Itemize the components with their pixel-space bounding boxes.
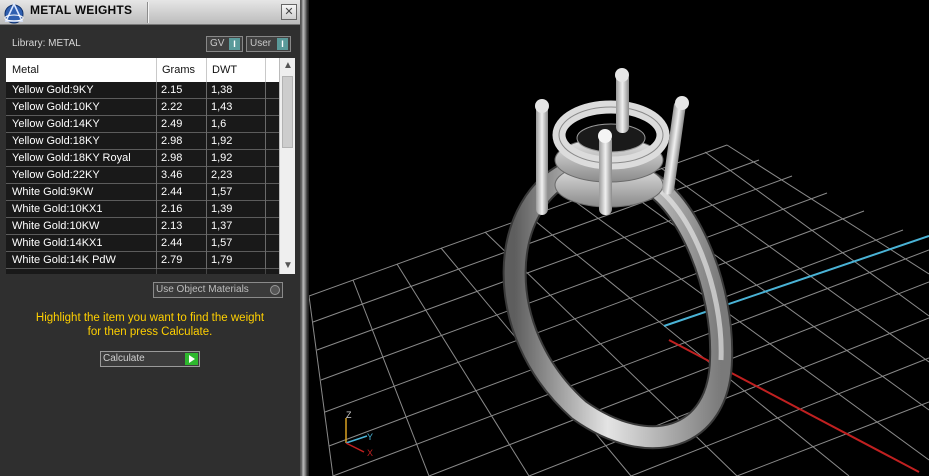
instructions-text: Highlight the item you want to find the … xyxy=(10,311,290,339)
column-divider[interactable] xyxy=(156,58,157,82)
gv-toggle-label: GV xyxy=(210,38,225,49)
cell-dwt: 1,57 xyxy=(211,186,233,198)
cell-grams: 2.49 xyxy=(161,118,183,130)
cell-metal: White Gold:10KW xyxy=(12,220,100,232)
cell-dwt: 1,79 xyxy=(211,254,233,266)
cell-grams: 2.13 xyxy=(161,220,183,232)
cell-metal: Yellow Gold:10KY xyxy=(12,101,100,113)
cell-dwt: 1,6 xyxy=(211,118,227,130)
app-logo-icon xyxy=(4,2,24,24)
gizmo-x-label: X xyxy=(367,448,373,458)
cell-grams: 2.44 xyxy=(161,237,183,249)
gizmo-z-label: Z xyxy=(346,410,352,420)
calculate-button[interactable]: Calculate xyxy=(100,351,200,367)
close-button[interactable]: ✕ xyxy=(281,4,297,20)
user-toggle-label: User xyxy=(250,38,272,49)
cell-dwt: 1,39 xyxy=(211,203,233,215)
metal-weights-table[interactable]: Metal Grams DWT Yellow Gold:9KY 2.15 1,3… xyxy=(6,58,295,274)
cell-dwt: 2,23 xyxy=(211,169,233,181)
cell-grams: 2.98 xyxy=(161,152,183,164)
user-toggle-indicator: I xyxy=(277,38,288,50)
panel-splitter[interactable] xyxy=(300,0,309,476)
calculate-button-label: Calculate xyxy=(103,353,145,364)
ring-model[interactable] xyxy=(502,68,734,450)
column-header-dwt[interactable]: DWT xyxy=(212,64,237,76)
cell-dwt: 1,92 xyxy=(211,135,233,147)
play-icon xyxy=(185,353,198,365)
table-row[interactable]: White Gold:14K PdW 2.79 1,79 xyxy=(6,252,279,269)
cell-metal: Yellow Gold:14KY xyxy=(12,118,100,130)
radio-icon[interactable] xyxy=(270,285,280,295)
cell-grams: 2.98 xyxy=(161,135,183,147)
cell-grams: 2.15 xyxy=(161,84,183,96)
instructions-line-1: Highlight the item you want to find the … xyxy=(35,312,265,324)
table-row[interactable]: Yellow Gold:18KY Royal 2.98 1,92 xyxy=(6,150,279,167)
column-divider[interactable] xyxy=(265,58,266,82)
instructions-line-2: for then press Calculate. xyxy=(87,326,213,338)
cell-metal: White Gold:14K PdW xyxy=(12,254,116,266)
panel-title: METAL WEIGHTS xyxy=(30,3,133,17)
cell-grams: 2.16 xyxy=(161,203,183,215)
use-object-materials-label: Use Object Materials xyxy=(156,284,249,295)
table-row[interactable]: Yellow Gold:22KY 3.46 2,23 xyxy=(6,167,279,184)
title-divider xyxy=(147,2,149,23)
gv-toggle-indicator: I xyxy=(229,38,240,50)
table-row[interactable]: White Gold:14KX1 2.44 1,57 xyxy=(6,235,279,252)
scroll-up-icon[interactable]: ▲ xyxy=(280,59,295,73)
column-header-metal[interactable]: Metal xyxy=(12,64,39,76)
table-row[interactable]: Yellow Gold:10KY 2.22 1,43 xyxy=(6,99,279,116)
metal-weights-panel: METAL WEIGHTS ✕ Library: METAL GV I User… xyxy=(0,0,300,476)
cell-dwt: 1,38 xyxy=(211,84,233,96)
user-toggle[interactable]: User I xyxy=(246,36,291,52)
title-bar[interactable]: METAL WEIGHTS ✕ xyxy=(0,0,300,25)
table-row[interactable]: White Gold:10KW 2.13 1,37 xyxy=(6,218,279,235)
cell-metal: Yellow Gold:18KY Royal xyxy=(12,152,131,164)
library-label: Library: METAL xyxy=(12,38,81,49)
cell-metal: White Gold:14KX1 xyxy=(12,237,103,249)
cell-metal: Yellow Gold:22KY xyxy=(12,169,100,181)
column-header-grams[interactable]: Grams xyxy=(162,64,195,76)
3d-viewport[interactable]: Z Y X xyxy=(309,0,929,476)
table-row[interactable]: Yellow Gold:9KY 2.15 1,38 xyxy=(6,82,279,99)
gizmo-y-label: Y xyxy=(367,432,373,442)
cell-metal: White Gold:10KX1 xyxy=(12,203,103,215)
table-body: Yellow Gold:9KY 2.15 1,38 Yellow Gold:10… xyxy=(6,82,279,274)
cell-grams: 2.22 xyxy=(161,101,183,113)
cell-grams: 2.79 xyxy=(161,254,183,266)
scroll-thumb[interactable] xyxy=(282,76,293,148)
table-row[interactable]: White Gold:10KX1 2.16 1,39 xyxy=(6,201,279,218)
table-header: Metal Grams DWT xyxy=(6,58,279,82)
cell-grams: 2.44 xyxy=(161,186,183,198)
scroll-down-icon[interactable]: ▼ xyxy=(280,259,295,273)
cell-dwt: 1,92 xyxy=(211,152,233,164)
table-row-partial[interactable] xyxy=(6,269,279,274)
cell-grams: 3.46 xyxy=(161,169,183,181)
cell-metal: Yellow Gold:18KY xyxy=(12,135,100,147)
viewport-canvas: Z Y X xyxy=(309,68,929,476)
column-divider[interactable] xyxy=(206,58,207,82)
cell-dwt: 1,37 xyxy=(211,220,233,232)
table-row[interactable]: Yellow Gold:18KY 2.98 1,92 xyxy=(6,133,279,150)
cell-metal: White Gold:9KW xyxy=(12,186,94,198)
cell-dwt: 1,43 xyxy=(211,101,233,113)
table-scrollbar[interactable]: ▲ ▼ xyxy=(279,58,295,274)
use-object-materials-option[interactable]: Use Object Materials xyxy=(153,282,283,298)
table-row[interactable]: White Gold:9KW 2.44 1,57 xyxy=(6,184,279,201)
table-row[interactable]: Yellow Gold:14KY 2.49 1,6 xyxy=(6,116,279,133)
cell-dwt: 1,57 xyxy=(211,237,233,249)
gv-toggle[interactable]: GV I xyxy=(206,36,243,52)
cell-metal: Yellow Gold:9KY xyxy=(12,84,94,96)
